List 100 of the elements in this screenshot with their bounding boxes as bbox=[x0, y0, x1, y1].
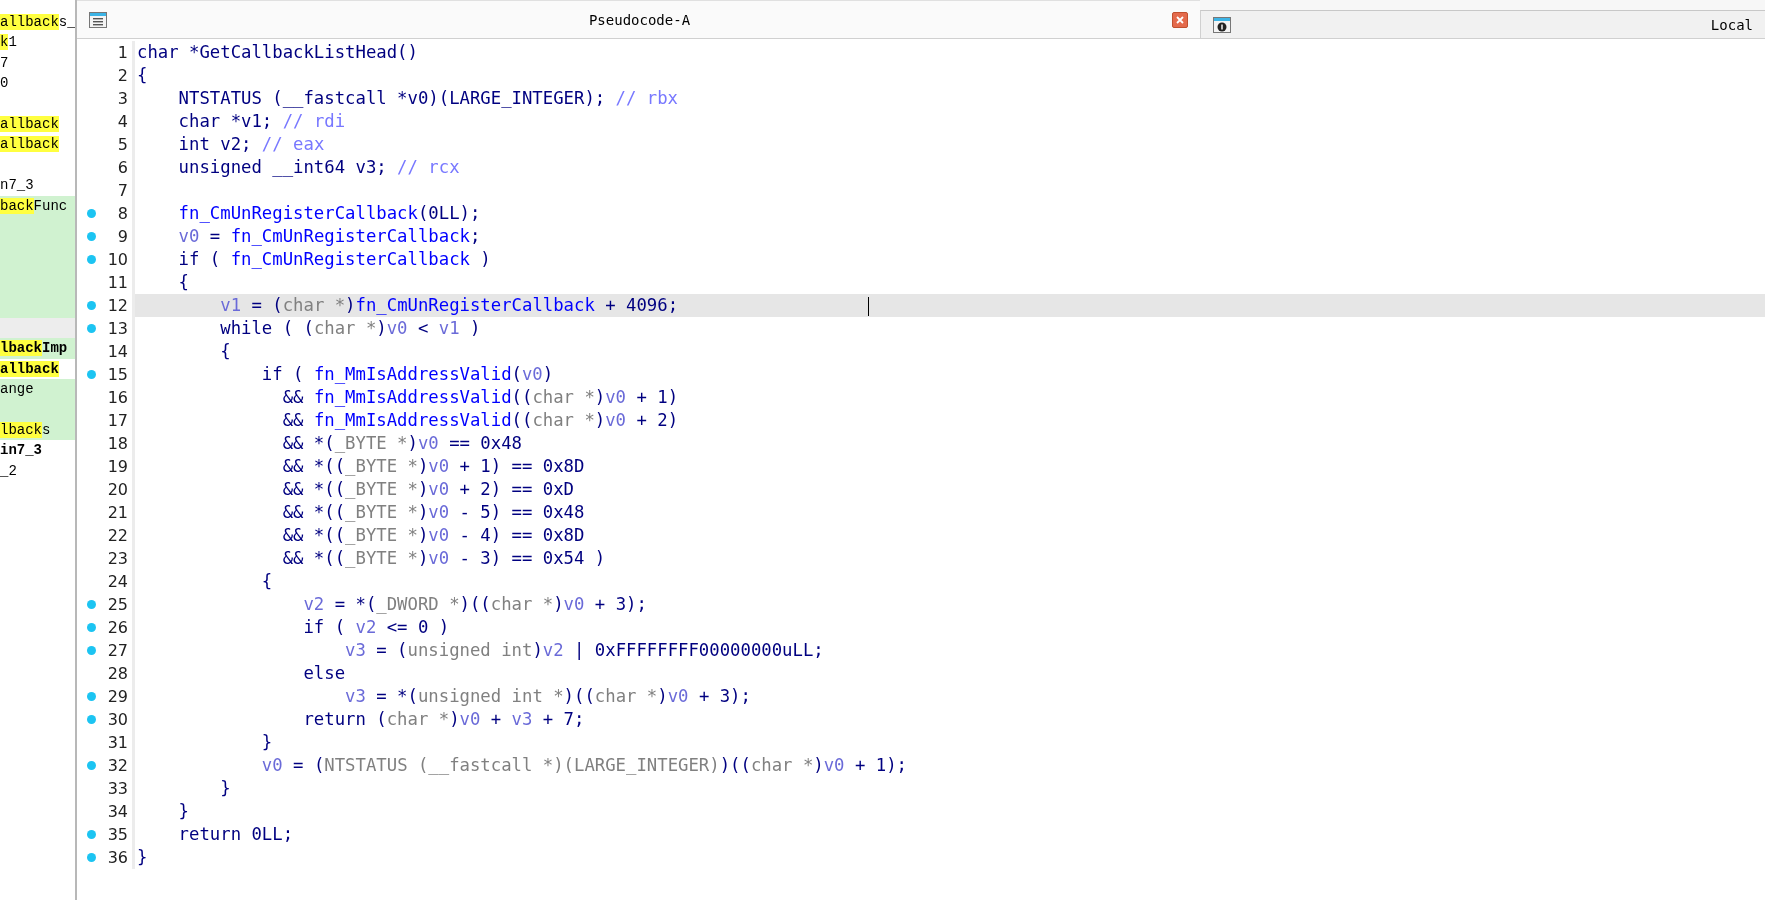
code-line: v3 = (unsigned int)v2 | 0xFFFFFFFF00000000uLL; bbox=[344, 639, 825, 662]
code-line: return 0LL; bbox=[177, 823, 295, 846]
close-button[interactable] bbox=[1172, 11, 1188, 28]
line-number: 34 bbox=[106, 801, 128, 823]
editor-tab[interactable]: Local bbox=[1200, 10, 1765, 38]
line-number: 31 bbox=[106, 732, 128, 754]
window-icon bbox=[1213, 16, 1231, 33]
function-list-row[interactable]: backFunc bbox=[0, 195, 75, 217]
code-line: return (char *)v0 + v3 + 7; bbox=[302, 708, 586, 731]
line-number: 1 bbox=[116, 42, 128, 64]
line-number: 3 bbox=[116, 88, 128, 110]
line-number: 8 bbox=[116, 203, 128, 225]
code-line: && *((_BYTE *)v0 - 3) == 0x54 ) bbox=[281, 547, 607, 570]
line-number: 28 bbox=[106, 663, 128, 685]
function-list-row[interactable]: ange bbox=[0, 379, 75, 400]
code-line: if ( v2 <= 0 ) bbox=[302, 616, 451, 639]
breakpoint-dot[interactable] bbox=[87, 255, 96, 264]
breakpoint-dot[interactable] bbox=[87, 715, 96, 724]
line-number: 26 bbox=[106, 617, 128, 639]
breakpoint-dot[interactable] bbox=[87, 646, 96, 655]
code-line: NTSTATUS (__fastcall *v0)(LARGE_INTEGER); // rbx bbox=[177, 87, 680, 110]
line-number: 9 bbox=[116, 226, 128, 248]
code-line: if ( fn_MmIsAddressValid(v0) bbox=[260, 363, 555, 386]
list-window-icon bbox=[89, 11, 107, 28]
code-line: } bbox=[219, 777, 232, 800]
line-number: 7 bbox=[116, 180, 128, 202]
function-list-row[interactable]: _2 bbox=[0, 460, 75, 482]
line-number: 16 bbox=[106, 387, 128, 409]
line-number: 30 bbox=[106, 709, 128, 731]
line-number: 5 bbox=[116, 134, 128, 156]
line-number: 12 bbox=[106, 295, 128, 317]
line-number: 2 bbox=[116, 65, 128, 87]
function-list-row[interactable]: 7 bbox=[0, 52, 75, 74]
breakpoint-dot[interactable] bbox=[87, 209, 96, 218]
close-icon bbox=[1176, 15, 1184, 24]
line-number: 17 bbox=[106, 410, 128, 432]
line-number: 13 bbox=[106, 318, 128, 340]
code-line: while ( (char *)v0 < v1 ) bbox=[219, 317, 482, 340]
code-line: unsigned __int64 v3; // rcx bbox=[177, 156, 461, 179]
breakpoint-dot[interactable] bbox=[87, 692, 96, 701]
function-list-row[interactable]: in7_3 bbox=[0, 440, 75, 461]
code-line: if ( fn_CmUnRegisterCallback ) bbox=[177, 248, 492, 271]
code-line: && *(_BYTE *)v0 == 0x48 bbox=[281, 432, 523, 455]
line-number: 19 bbox=[106, 456, 128, 478]
code-line: { bbox=[177, 271, 191, 294]
line-number: 23 bbox=[106, 548, 128, 570]
breakpoint-dot[interactable] bbox=[87, 600, 96, 609]
breakpoint-dot[interactable] bbox=[87, 301, 96, 310]
line-number: 33 bbox=[106, 778, 128, 800]
line-number: 4 bbox=[116, 111, 128, 133]
code-line: char *GetCallbackListHead() bbox=[136, 41, 419, 64]
breakpoint-dot[interactable] bbox=[87, 853, 96, 862]
function-list-row[interactable]: lbackImp bbox=[0, 338, 75, 359]
code-line: && fn_MmIsAddressValid((char *)v0 + 2) bbox=[281, 409, 680, 432]
function-list-row[interactable] bbox=[0, 318, 75, 339]
code-line: int v2; // eax bbox=[177, 133, 326, 156]
function-list-row[interactable]: n7_3 bbox=[0, 175, 75, 196]
breakpoint-dot[interactable] bbox=[87, 830, 96, 839]
line-number: 32 bbox=[106, 755, 128, 777]
code-line: char *v1; // rdi bbox=[177, 110, 347, 133]
line-number: 24 bbox=[106, 571, 128, 593]
code-line: v0 = (NTSTATUS (__fastcall *)(LARGE_INTEGER))((char *)v0 + 1); bbox=[260, 754, 908, 777]
code-line: && fn_MmIsAddressValid((char *)v0 + 1) bbox=[281, 386, 680, 409]
code-line: } bbox=[260, 731, 274, 754]
line-number: 6 bbox=[116, 157, 128, 179]
breakpoint-dot[interactable] bbox=[87, 623, 96, 632]
breakpoint-dot[interactable] bbox=[87, 761, 96, 770]
breakpoint-dot[interactable] bbox=[87, 324, 96, 333]
code-line: { bbox=[260, 570, 274, 593]
line-number: 27 bbox=[106, 640, 128, 662]
line-number: 14 bbox=[106, 341, 128, 363]
function-list-row[interactable]: 0 bbox=[0, 73, 75, 94]
code-line: } bbox=[136, 846, 149, 869]
line-number: 36 bbox=[106, 847, 128, 869]
line-number: 18 bbox=[106, 433, 128, 455]
code-line: { bbox=[136, 64, 149, 87]
code-line: && *((_BYTE *)v0 - 5) == 0x48 bbox=[281, 501, 586, 524]
code-line: v3 = *(unsigned int *)((char *)v0 + 3); bbox=[344, 685, 752, 708]
code-line: { bbox=[219, 340, 232, 363]
code-line: && *((_BYTE *)v0 + 1) == 0x8D bbox=[281, 455, 586, 478]
line-number: 11 bbox=[106, 272, 128, 294]
line-number: 25 bbox=[106, 594, 128, 616]
code-line: && *((_BYTE *)v0 - 4) == 0x8D bbox=[281, 524, 586, 547]
line-number: 21 bbox=[106, 502, 128, 524]
code-line: && *((_BYTE *)v0 + 2) == 0xD bbox=[281, 478, 575, 501]
code-line: fn_CmUnRegisterCallback(0LL); bbox=[177, 202, 482, 225]
line-number: 29 bbox=[106, 686, 128, 708]
line-number: 10 bbox=[106, 249, 128, 271]
line-number: 35 bbox=[106, 824, 128, 846]
code-line: v0 = fn_CmUnRegisterCallback; bbox=[177, 225, 482, 248]
line-number: 15 bbox=[106, 364, 128, 386]
breakpoint-dot[interactable] bbox=[87, 370, 96, 379]
code-line: v2 = *(_DWORD *)((char *)v0 + 3); bbox=[302, 593, 648, 616]
line-number: 20 bbox=[106, 479, 128, 501]
code-line: } bbox=[177, 800, 191, 823]
function-list-row[interactable]: lbacks bbox=[0, 420, 75, 441]
line-number: 22 bbox=[106, 525, 128, 547]
breakpoint-dot[interactable] bbox=[87, 232, 96, 241]
function-list-row[interactable]: k1 bbox=[0, 32, 75, 53]
code-line: else bbox=[302, 662, 347, 685]
